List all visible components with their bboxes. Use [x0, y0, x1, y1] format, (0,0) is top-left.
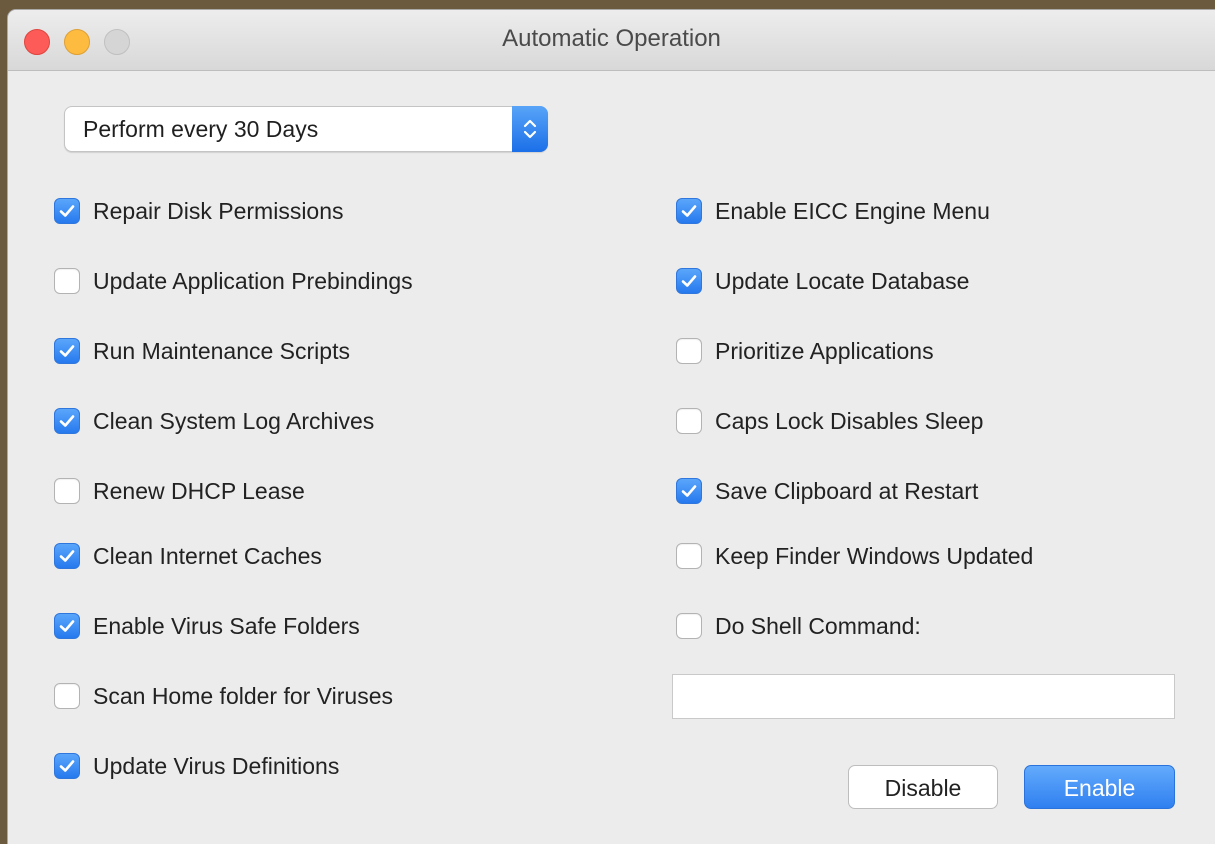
- schedule-selected-value: Perform every 30 Days: [83, 116, 319, 142]
- checkbox[interactable]: [54, 613, 80, 639]
- option-label: Update Application Prebindings: [93, 267, 413, 294]
- title-bar: Automatic Operation: [8, 10, 1215, 71]
- checkbox[interactable]: [676, 198, 702, 224]
- disable-button[interactable]: Disable: [848, 765, 998, 809]
- checkbox[interactable]: [54, 543, 80, 569]
- chevron-up-down-icon[interactable]: [512, 106, 548, 152]
- option-renew-dhcp-lease[interactable]: Renew DHCP Lease: [54, 473, 305, 509]
- option-clean-internet-caches[interactable]: Clean Internet Caches: [54, 538, 322, 574]
- option-label: Enable Virus Safe Folders: [93, 612, 360, 639]
- checkbox[interactable]: [676, 408, 702, 434]
- enable-button[interactable]: Enable: [1024, 765, 1175, 809]
- checkbox[interactable]: [676, 478, 702, 504]
- option-label: Scan Home folder for Viruses: [93, 682, 393, 709]
- option-label: Repair Disk Permissions: [93, 197, 344, 224]
- option-label: Save Clipboard at Restart: [715, 477, 979, 504]
- checkbox[interactable]: [54, 198, 80, 224]
- checkmark-icon: [681, 485, 697, 497]
- checkbox[interactable]: [676, 268, 702, 294]
- option-label: Enable EICC Engine Menu: [715, 197, 990, 224]
- option-update-application-prebindings[interactable]: Update Application Prebindings: [54, 263, 413, 299]
- checkbox[interactable]: [54, 338, 80, 364]
- option-repair-disk-permissions[interactable]: Repair Disk Permissions: [54, 193, 344, 229]
- option-save-clipboard-at-restart[interactable]: Save Clipboard at Restart: [676, 473, 978, 509]
- option-label: Caps Lock Disables Sleep: [715, 407, 984, 434]
- option-clean-system-log-archives[interactable]: Clean System Log Archives: [54, 403, 374, 439]
- checkbox[interactable]: [676, 338, 702, 364]
- option-label: Renew DHCP Lease: [93, 477, 305, 504]
- checkmark-icon: [59, 760, 75, 772]
- option-do-shell-command[interactable]: Do Shell Command:: [676, 608, 921, 644]
- option-enable-eicc-engine-menu[interactable]: Enable EICC Engine Menu: [676, 193, 990, 229]
- checkbox[interactable]: [54, 408, 80, 434]
- checkmark-icon: [59, 550, 75, 562]
- option-enable-virus-safe-folders[interactable]: Enable Virus Safe Folders: [54, 608, 360, 644]
- checkmark-icon: [681, 205, 697, 217]
- shell-command-field[interactable]: [672, 674, 1175, 719]
- option-label: Update Virus Definitions: [93, 752, 340, 779]
- option-label: Prioritize Applications: [715, 337, 934, 364]
- checkmark-icon: [59, 345, 75, 357]
- option-keep-finder-windows-updated[interactable]: Keep Finder Windows Updated: [676, 538, 1033, 574]
- option-label: Keep Finder Windows Updated: [715, 542, 1034, 569]
- checkbox[interactable]: [54, 268, 80, 294]
- option-label: Do Shell Command:: [715, 612, 921, 639]
- option-scan-home-folder-for-viruses[interactable]: Scan Home folder for Viruses: [54, 678, 393, 714]
- option-label: Run Maintenance Scripts: [93, 337, 350, 364]
- option-update-locate-database[interactable]: Update Locate Database: [676, 263, 969, 299]
- schedule-popup[interactable]: Perform every 30 Days: [64, 106, 548, 152]
- option-label: Clean Internet Caches: [93, 542, 322, 569]
- option-update-virus-definitions[interactable]: Update Virus Definitions: [54, 748, 339, 784]
- option-prioritize-applications[interactable]: Prioritize Applications: [676, 333, 934, 369]
- checkmark-icon: [59, 205, 75, 217]
- checkmark-icon: [59, 415, 75, 427]
- option-caps-lock-disables-sleep[interactable]: Caps Lock Disables Sleep: [676, 403, 983, 439]
- option-label: Clean System Log Archives: [93, 407, 375, 434]
- checkmark-icon: [59, 620, 75, 632]
- checkbox[interactable]: [54, 683, 80, 709]
- checkbox[interactable]: [54, 753, 80, 779]
- option-label: Update Locate Database: [715, 267, 970, 294]
- checkbox[interactable]: [676, 613, 702, 639]
- checkbox[interactable]: [54, 478, 80, 504]
- checkbox[interactable]: [676, 543, 702, 569]
- window-title: Automatic Operation: [502, 25, 721, 52]
- option-run-maintenance-scripts[interactable]: Run Maintenance Scripts: [54, 333, 350, 369]
- automatic-operation-window: Automatic Operation Perform every 30 Day…: [8, 10, 1215, 844]
- checkmark-icon: [681, 275, 697, 287]
